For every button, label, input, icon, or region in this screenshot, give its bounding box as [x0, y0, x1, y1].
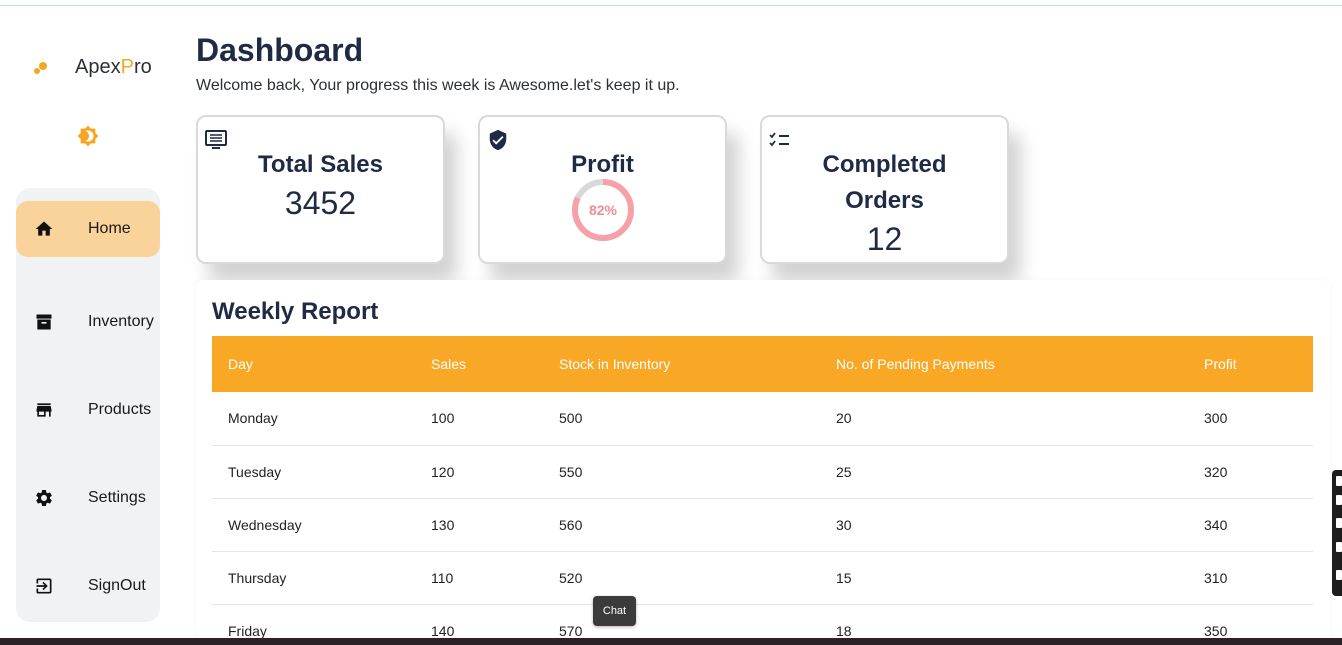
- page-subtitle: Welcome back, Your progress this week is…: [196, 77, 680, 94]
- brand[interactable]: ApexPro: [33, 56, 152, 79]
- table-cell: 300: [1188, 392, 1313, 446]
- table-cell: 100: [415, 392, 543, 446]
- sidebar-item-home[interactable]: Home: [16, 201, 160, 257]
- table-row: Thursday 110 520 15 310: [212, 551, 1313, 605]
- sidebar-item-label: Settings: [88, 489, 146, 506]
- table-cell: Tuesday: [212, 445, 415, 499]
- sidebar-item-signout[interactable]: SignOut: [16, 558, 160, 614]
- profit-percent: 82%: [588, 202, 618, 218]
- home-icon: [34, 219, 54, 239]
- report-title: Weekly Report: [212, 298, 379, 325]
- table-row: Monday 100 500 20 300: [212, 392, 1313, 446]
- monitor-list-icon: [204, 129, 228, 151]
- column-header: Stock in Inventory: [559, 356, 671, 372]
- completed-orders-card: Completed Orders 12: [760, 115, 1009, 264]
- sidebar-item-label: Home: [88, 220, 131, 237]
- table-cell: 130: [415, 498, 543, 552]
- table-cell: Monday: [212, 392, 415, 446]
- browser-top-edge: [0, 0, 1342, 6]
- sidebar-item-label: SignOut: [88, 577, 146, 594]
- card-title: Total Sales: [258, 151, 383, 178]
- theme-toggle-icon[interactable]: [77, 125, 99, 147]
- page-title: Dashboard: [196, 32, 364, 68]
- table-cell: 560: [543, 498, 820, 552]
- column-header: Sales: [431, 356, 467, 372]
- sidebar-item-settings[interactable]: Settings: [16, 470, 160, 526]
- checklist-icon: [768, 129, 792, 151]
- column-header: Day: [228, 356, 253, 372]
- table-row: Wednesday 130 560 30 340: [212, 498, 1313, 552]
- sidebar-item-label: Inventory: [88, 313, 154, 330]
- table-cell: 310: [1188, 551, 1313, 605]
- brand-name: ApexPro: [75, 56, 152, 78]
- sidebar-item-products[interactable]: Products: [16, 382, 160, 438]
- sidebar-item-label: Products: [88, 401, 152, 418]
- archive-icon: [34, 312, 54, 332]
- taskbar-edge: [0, 638, 1342, 645]
- table-cell: Wednesday: [212, 498, 415, 552]
- sidebar-item-inventory[interactable]: Inventory: [16, 294, 160, 350]
- table-cell: 320: [1188, 445, 1313, 499]
- table-cell: 550: [543, 445, 820, 499]
- table-cell: 120: [415, 445, 543, 499]
- card-title: Completed Orders: [822, 151, 947, 214]
- table-cell: 340: [1188, 498, 1313, 552]
- sidebar: Home Inventory Products Settings SignOut: [16, 188, 160, 622]
- table-cell: 25: [820, 445, 1188, 499]
- gear-icon: [34, 488, 54, 508]
- store-icon: [34, 400, 54, 420]
- total-sales-value: 3452: [284, 185, 357, 221]
- column-header: No. of Pending Payments: [836, 356, 995, 372]
- table-cell: Thursday: [212, 551, 415, 605]
- floating-toolbar[interactable]: [1332, 470, 1342, 596]
- table-cell: 110: [415, 551, 543, 605]
- table-header-row: Day Sales Stock in Inventory No. of Pend…: [212, 336, 1313, 392]
- table-row: Tuesday 120 550 25 320: [212, 445, 1313, 499]
- table-cell: 15: [820, 551, 1188, 605]
- brand-logo-icon: [33, 58, 53, 78]
- total-sales-card: Total Sales 3452: [196, 115, 445, 264]
- weekly-report-table: Day Sales Stock in Inventory No. of Pend…: [212, 336, 1313, 645]
- column-header: Profit: [1204, 356, 1237, 372]
- weekly-report-panel: Weekly Report Day Sales Stock in Invento…: [196, 280, 1330, 645]
- profit-card: Profit 82%: [478, 115, 727, 264]
- table-cell: 500: [543, 392, 820, 446]
- table-cell: 30: [820, 498, 1188, 552]
- chat-tooltip[interactable]: Chat: [593, 596, 636, 626]
- sign-out-icon: [34, 576, 54, 596]
- table-cell: 20: [820, 392, 1188, 446]
- completed-orders-value: 12: [866, 221, 903, 257]
- table-cell: 520: [543, 551, 820, 605]
- shield-check-icon: [486, 129, 510, 151]
